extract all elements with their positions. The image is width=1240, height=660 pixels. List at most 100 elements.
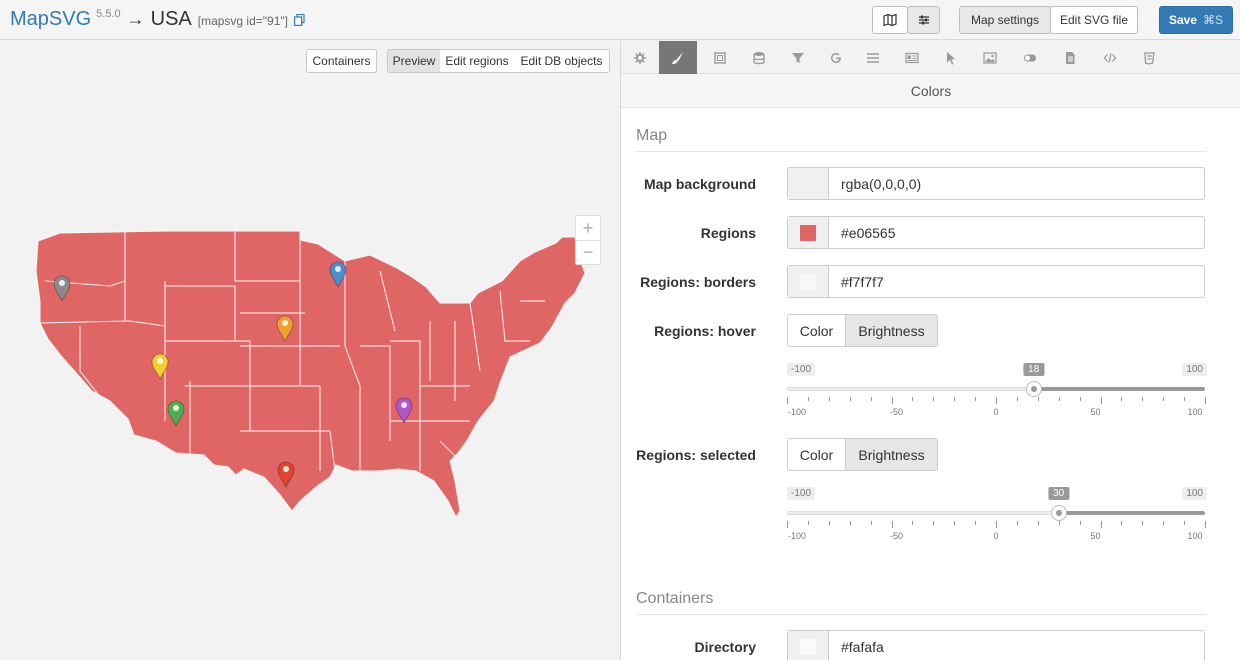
css-icon: [1144, 51, 1155, 65]
app-version: 5.5.0: [96, 8, 121, 20]
slider-scale-label: -100: [787, 531, 807, 541]
tab-database[interactable]: [740, 41, 778, 74]
regions-selected-mode: Color Brightness: [787, 438, 938, 471]
usa-map[interactable]: [0, 41, 620, 660]
slider-thumb[interactable]: [1025, 381, 1042, 397]
slider-scale-label: 50: [1090, 531, 1101, 541]
regions-borders-value: #f7f7f7: [841, 273, 884, 290]
save-label: Save: [1168, 13, 1197, 27]
sliders-icon: [918, 15, 929, 25]
edit-svg-button[interactable]: Edit SVG file: [1050, 6, 1138, 34]
usa-outline: [35, 230, 586, 518]
regions-icon: [714, 51, 726, 64]
regions-selected-label: Regions: selected: [636, 447, 756, 463]
tab-toggle[interactable]: [1011, 41, 1049, 74]
map-name: USA: [150, 8, 192, 30]
tab-settings[interactable]: [621, 41, 659, 74]
top-bar: MapSVG 5.5.0 → USA [mapsvg id="91"] Map …: [0, 0, 1240, 40]
settings-view-button[interactable]: [907, 6, 940, 34]
regions-hover-label: Regions: hover: [654, 323, 756, 339]
copy-icon[interactable]: [293, 13, 305, 26]
image-icon: [983, 51, 997, 64]
tab-image[interactable]: [971, 41, 1009, 74]
regions-hover-brightness-option[interactable]: Brightness: [846, 314, 938, 347]
directory-color-input[interactable]: #fafafa: [787, 630, 1205, 660]
tab-document[interactable]: [1051, 41, 1089, 74]
code-icon: [1103, 52, 1117, 63]
tab-google[interactable]: [817, 41, 855, 74]
tab-details[interactable]: [893, 41, 931, 74]
directory-label: Directory: [694, 639, 756, 655]
shortcode: [mapsvg id="91"]: [197, 14, 288, 28]
zoom-out-button[interactable]: −: [576, 240, 600, 264]
map-pane: Containers Preview Edit regions Edit DB …: [0, 41, 620, 660]
tab-directory[interactable]: [854, 41, 892, 74]
slider-scale-label: -50: [889, 407, 904, 417]
slider-scale-label: 0: [993, 407, 999, 417]
slider-value-label: 30: [1048, 487, 1070, 500]
tab-css[interactable]: [1130, 41, 1168, 74]
actions-icon: [947, 51, 955, 65]
filters-icon: [792, 52, 804, 63]
regions-borders-swatch: [800, 273, 816, 290]
regions-borders-swatch-box[interactable]: [788, 266, 829, 297]
slider-track-fill: [1033, 387, 1205, 391]
map-background-value: rgba(0,0,0,0): [841, 175, 922, 192]
tab-filters[interactable]: [779, 41, 817, 74]
regions-hover-slider[interactable]: -100 100 18 -100 -50 0 50 100: [787, 363, 1207, 423]
document-icon: [1066, 51, 1075, 64]
regions-hover-color-option[interactable]: Color: [787, 314, 846, 347]
tab-code[interactable]: [1091, 41, 1129, 74]
save-button[interactable]: Save ⌘S: [1159, 6, 1233, 34]
regions-color-input[interactable]: #e06565: [787, 216, 1205, 249]
directory-value: #fafafa: [841, 638, 884, 655]
regions-label: Regions: [700, 225, 756, 241]
toggle-icon: [1024, 54, 1036, 61]
tab-regions[interactable]: [701, 41, 739, 74]
regions-selected-slider[interactable]: -100 100 30 -100 -50 0 50 100: [787, 487, 1207, 547]
details-icon: [905, 52, 919, 63]
slider-value-label: 18: [1023, 363, 1045, 376]
slider-min-label: -100: [787, 487, 816, 500]
directory-swatch-box[interactable]: [788, 631, 829, 660]
map-settings-button[interactable]: Map settings: [959, 6, 1051, 34]
regions-value: #e06565: [841, 224, 896, 241]
tab-colors[interactable]: [659, 41, 697, 74]
regions-swatch-box[interactable]: [788, 217, 829, 248]
slider-scale-label: 100: [1187, 407, 1203, 417]
group-containers-heading: Containers: [636, 590, 1206, 615]
map-background-swatch: [800, 175, 816, 192]
section-title: Colors: [621, 74, 1240, 108]
map-background-swatch-box[interactable]: [788, 168, 829, 199]
tab-actions[interactable]: [932, 41, 970, 74]
regions-selected-color-option[interactable]: Color: [787, 438, 846, 471]
slider-scale-label: 0: [993, 531, 999, 541]
slider-scale-label: -100: [787, 407, 807, 417]
directory-swatch: [800, 638, 816, 655]
map-view-button[interactable]: [872, 6, 908, 34]
regions-swatch: [800, 224, 816, 241]
slider-ticks: [787, 521, 1207, 529]
app-name: MapSVG: [10, 8, 92, 30]
slider-scale-label: 50: [1090, 407, 1101, 417]
regions-borders-label: Regions: borders: [640, 274, 756, 290]
colors-icon: [672, 51, 683, 64]
regions-borders-input[interactable]: #f7f7f7: [787, 265, 1205, 298]
brand: MapSVG 5.5.0 → USA [mapsvg id="91"]: [10, 8, 305, 31]
map-background-input[interactable]: rgba(0,0,0,0): [787, 167, 1205, 200]
save-shortcut: ⌘S: [1203, 13, 1224, 27]
slider-scale-label: 100: [1187, 531, 1203, 541]
map-background-label: Map background: [643, 176, 756, 192]
regions-selected-brightness-option[interactable]: Brightness: [846, 438, 938, 471]
zoom-in-button[interactable]: +: [576, 216, 600, 240]
arrow-icon: →: [126, 9, 145, 29]
slider-track-fill: [1058, 511, 1205, 515]
slider-min-label: -100: [787, 363, 816, 376]
google-icon: [831, 52, 841, 63]
slider-max-label: 100: [1182, 487, 1207, 500]
slider-thumb[interactable]: [1050, 505, 1067, 521]
settings-icon: [634, 51, 646, 64]
tab-bar: [621, 41, 1240, 74]
settings-pane: Colors Map Map background rgba(0,0,0,0) …: [620, 41, 1240, 660]
database-icon: [753, 51, 765, 64]
